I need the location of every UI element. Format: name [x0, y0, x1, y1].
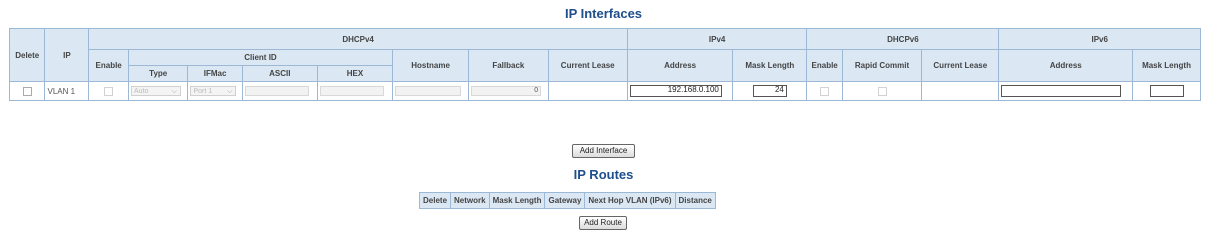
- page-title: IP Interfaces: [564, 6, 643, 21]
- fallback-cell: 0: [468, 81, 549, 101]
- ip-interfaces-table: Delete IP DHCPv4 IPv4 DHCPv6 IPv6 Enable…: [8, 28, 1201, 101]
- type-cell: Auto ⌵: [127, 81, 189, 101]
- hex-cell: [316, 81, 394, 101]
- dhcpv6-enable-cell: [806, 81, 843, 101]
- ipv4-address-cell: 192.168.0.100: [626, 81, 734, 101]
- dhcpv4-enable-checkbox[interactable]: [104, 86, 114, 96]
- ipv4-mask-input[interactable]: 24: [752, 85, 787, 97]
- routes-col-gateway: Gateway: [544, 192, 586, 209]
- routes-col-distance: Distance: [674, 192, 716, 209]
- ascii-cell: [241, 81, 318, 101]
- enable-cell: [88, 81, 129, 101]
- col-enable-v6: Enable: [806, 49, 843, 82]
- col-enable: Enable: [88, 49, 129, 82]
- ip-routes-table: Delete Network Mask Length Gateway Next …: [418, 192, 716, 209]
- col-fallback: Fallback: [468, 49, 549, 82]
- current-lease-cell: [547, 81, 628, 101]
- chevron-down-icon: ⌵: [227, 88, 233, 95]
- ipv4-address-input[interactable]: 192.168.0.100: [629, 85, 722, 97]
- delete-checkbox[interactable]: [22, 86, 32, 96]
- hostname-cell: [391, 81, 470, 101]
- routes-col-mask-length: Mask Length: [488, 192, 546, 209]
- col-mask-length-v6: Mask Length: [1132, 49, 1201, 82]
- col-ifmac: IFMac: [187, 65, 243, 82]
- routes-col-network: Network: [450, 192, 490, 209]
- fallback-input[interactable]: 0: [471, 86, 542, 96]
- ipv4-mask-cell: 24: [732, 81, 808, 101]
- current-lease-v6-cell: [921, 81, 1000, 101]
- ipv6-mask-cell: [1132, 81, 1201, 101]
- ipv6-address-input[interactable]: [1001, 85, 1122, 97]
- routes-title: IP Routes: [573, 167, 634, 182]
- col-current-lease: Current Lease: [547, 49, 628, 82]
- add-route-button[interactable]: Add Route: [579, 216, 627, 230]
- add-interface-button[interactable]: Add Interface: [572, 144, 635, 158]
- delete-cell: [8, 81, 46, 101]
- hex-input[interactable]: [319, 86, 384, 96]
- chevron-down-icon: ⌵: [171, 88, 177, 95]
- col-hex: HEX: [316, 65, 394, 82]
- rapid-commit-checkbox[interactable]: [877, 86, 887, 96]
- ipv6-address-cell: [998, 81, 1134, 101]
- routes-col-next-hop-vlan: Next Hop VLAN (IPv6): [584, 192, 676, 209]
- col-address-v6: Address: [998, 49, 1134, 82]
- ipv6-mask-input[interactable]: [1149, 85, 1184, 97]
- table-row: VLAN 1 Auto ⌵ Port 1 ⌵ 0 192.168.0.100 24: [8, 81, 1201, 101]
- col-ascii: ASCII: [241, 65, 318, 82]
- col-hostname: Hostname: [391, 49, 470, 82]
- type-select-value: Auto: [133, 88, 149, 95]
- ascii-input[interactable]: [244, 86, 309, 96]
- col-rapid-commit: Rapid Commit: [841, 49, 923, 82]
- col-mask-length: Mask Length: [732, 49, 808, 82]
- group-ipv4: IPv4: [626, 28, 808, 50]
- col-address: Address: [626, 49, 734, 82]
- group-client-id: Client ID: [127, 49, 394, 66]
- dhcpv6-enable-checkbox[interactable]: [820, 86, 830, 96]
- ifmac-cell: Port 1 ⌵: [187, 81, 243, 101]
- col-ip: IP: [44, 28, 90, 82]
- col-type: Type: [127, 65, 189, 82]
- col-delete: Delete: [8, 28, 46, 82]
- type-select[interactable]: Auto ⌵: [130, 86, 181, 96]
- col-current-lease-v6: Current Lease: [921, 49, 1000, 82]
- ifmac-select-value: Port 1: [193, 88, 213, 95]
- routes-col-delete: Delete: [418, 192, 452, 209]
- group-dhcpv4: DHCPv4: [88, 28, 628, 50]
- group-ipv6: IPv6: [998, 28, 1201, 50]
- rapid-commit-cell: [841, 81, 923, 101]
- ifmac-select[interactable]: Port 1 ⌵: [190, 86, 237, 96]
- group-dhcpv6: DHCPv6: [806, 28, 1000, 50]
- vlan-label: VLAN 1: [44, 81, 90, 101]
- hostname-input[interactable]: [395, 86, 461, 96]
